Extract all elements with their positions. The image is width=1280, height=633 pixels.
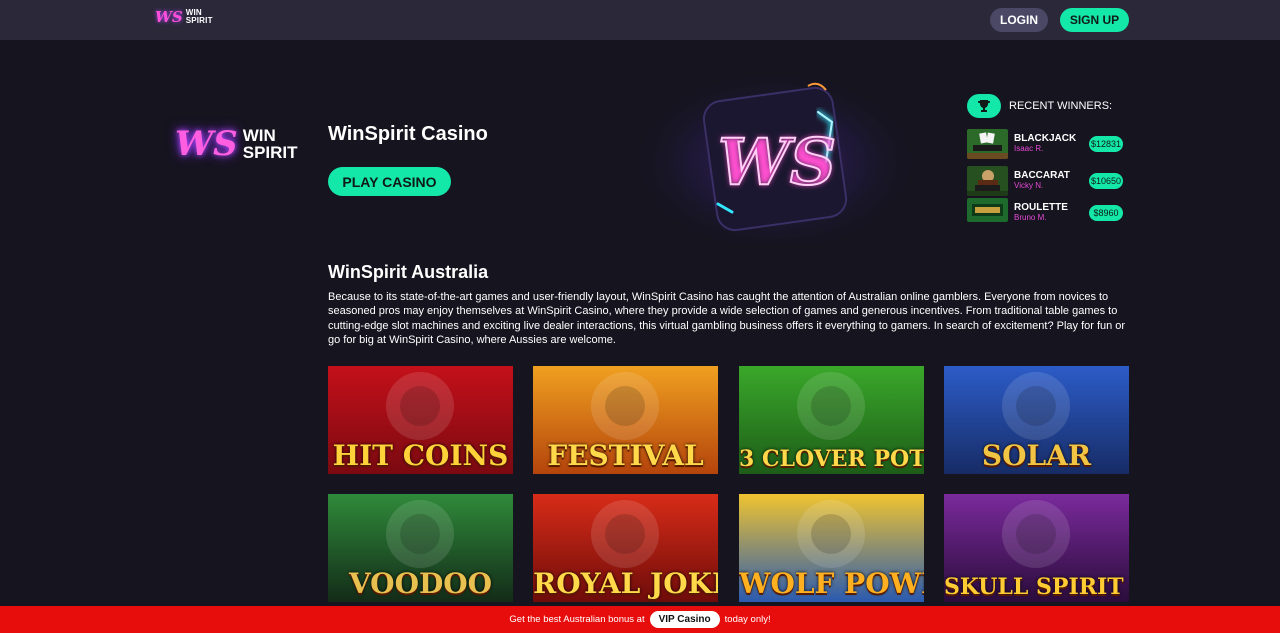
promo-text-before: Get the best Australian bonus at <box>509 614 645 625</box>
game-title: VOODOO <box>348 567 493 600</box>
baccarat-thumbnail <box>967 166 1008 196</box>
top-navbar: WS WIN SPIRIT LOGIN SIGN UP <box>0 0 1280 40</box>
game-title: ROYAL JOKER <box>533 567 718 600</box>
vip-casino-link[interactable]: VIP Casino <box>649 611 720 628</box>
winner-game-name: BLACKJACK <box>1014 133 1077 144</box>
winner-amount-badge: $8960 <box>1089 205 1123 221</box>
hero-art-monogram: WS <box>718 125 836 200</box>
hero-neon-logo-image: WS WS <box>640 76 910 244</box>
trophy-icon <box>967 94 1001 118</box>
game-title: 3 CLOVER POTS <box>739 446 924 472</box>
blackjack-thumbnail <box>967 129 1008 159</box>
logo-word-2: SPIRIT <box>185 16 213 25</box>
winner-username: Isaac R. <box>1014 144 1044 153</box>
winner-username: Bruno M. <box>1014 213 1047 222</box>
winner-amount-badge: $10650 <box>1089 173 1123 189</box>
roulette-thumbnail <box>967 198 1008 222</box>
game-title: FESTIVAL <box>547 439 704 472</box>
logo-monogram: WS <box>155 8 183 26</box>
game-tile[interactable]: ROYAL JOKER <box>533 494 718 602</box>
signup-button[interactable]: SIGN UP <box>1060 8 1129 32</box>
game-title: HIT COINS <box>332 439 509 472</box>
section-description: Because to its state-of-the-art games an… <box>328 291 1126 347</box>
game-title: SKULL SPIRIT 7s <box>944 574 1129 600</box>
login-button[interactable]: LOGIN <box>990 8 1048 32</box>
game-tile[interactable]: SKULL SPIRIT 7s <box>944 494 1129 602</box>
winner-game-name: BACCARAT <box>1014 170 1070 181</box>
promo-text-after: today only! <box>724 614 771 625</box>
game-tile[interactable]: HIT COINS <box>328 366 513 474</box>
game-tile[interactable]: SOLAR <box>944 366 1129 474</box>
hero-logo: WS WIN SPIRIT <box>175 124 298 164</box>
game-tile[interactable]: WOLF POWER <box>739 494 924 602</box>
recent-winners-header: RECENT WINNERS: <box>967 94 1112 118</box>
winner-row[interactable]: ROULETTE Bruno M. $8960 <box>967 198 1127 222</box>
winner-amount-badge: $12831 <box>1089 136 1123 152</box>
hero-logo-word-2: SPIRIT <box>242 143 298 162</box>
game-tile[interactable]: VOODOO <box>328 494 513 602</box>
hero-logo-monogram: WS <box>175 124 238 164</box>
page-title: WinSpirit Casino <box>328 123 488 145</box>
play-casino-button[interactable]: PLAY CASINO <box>328 167 451 196</box>
game-title: SOLAR <box>981 439 1092 472</box>
recent-winners-title: RECENT WINNERS: <box>1009 100 1113 112</box>
game-tile[interactable]: 3 CLOVER POTS <box>739 366 924 474</box>
winner-row[interactable]: BLACKJACK Isaac R. $12831 <box>967 129 1127 159</box>
logo-wordmark: WIN SPIRIT <box>186 9 213 25</box>
game-title: WOLF POWER <box>739 567 924 600</box>
winner-username: Vicky N. <box>1014 181 1044 190</box>
site-logo[interactable]: WS WIN SPIRIT <box>155 8 213 26</box>
game-tile[interactable]: FESTIVAL <box>533 366 718 474</box>
promo-bar: Get the best Australian bonus at VIP Cas… <box>0 606 1280 633</box>
winner-game-name: ROULETTE <box>1014 202 1068 213</box>
section-title: WinSpirit Australia <box>328 262 489 282</box>
hero-logo-wordmark: WIN SPIRIT <box>243 127 298 161</box>
winner-row[interactable]: BACCARAT Vicky N. $10650 <box>967 166 1127 196</box>
